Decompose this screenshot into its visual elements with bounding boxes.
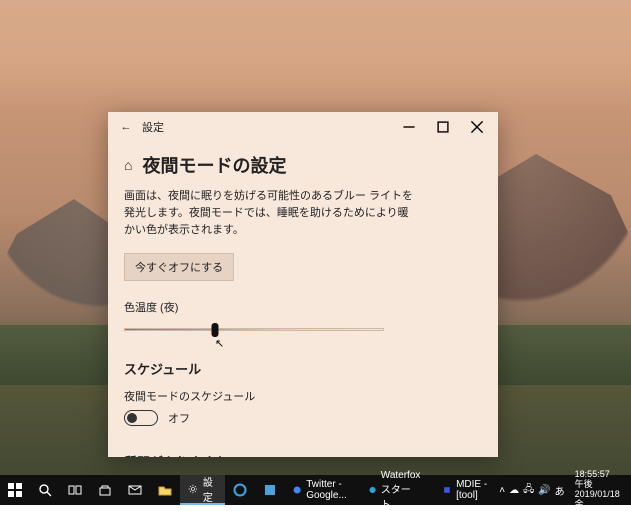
taskbar-pinned-explorer[interactable]: [150, 475, 180, 505]
toggle-knob: [127, 413, 137, 423]
color-temperature-slider[interactable]: ↖: [124, 323, 384, 337]
task-label: Waterfox スタート...: [381, 470, 427, 511]
window-title: 設定: [142, 119, 164, 135]
schedule-heading: スケジュール: [124, 359, 482, 378]
minimize-button[interactable]: [392, 112, 426, 142]
cursor-icon: ↖: [215, 337, 224, 350]
taskbar-pinned-mail[interactable]: [120, 475, 150, 505]
tray-network-icon[interactable]: 🖧: [523, 482, 534, 499]
back-button[interactable]: ←: [112, 121, 140, 133]
taskbar-task-waterfox[interactable]: Waterfox スタート...: [361, 475, 436, 505]
tray-volume-icon[interactable]: 🔊: [538, 485, 550, 496]
task-label: MDIE - [tool]: [456, 479, 487, 501]
tray-overflow-icon[interactable]: ˄: [499, 485, 505, 496]
page-title: 夜間モードの設定: [142, 152, 286, 178]
color-temperature-label: 色温度 (夜): [124, 299, 482, 315]
taskbar-pinned-app[interactable]: [255, 475, 285, 505]
slider-track: [124, 328, 384, 331]
settings-window: ← 設定 ⌂ 夜間モードの設定 画面は、夜間に眠りを妨げる可能性のあるブルー ラ…: [108, 112, 498, 457]
home-icon[interactable]: ⌂: [124, 157, 132, 173]
window-titlebar: ← 設定: [108, 112, 498, 142]
task-label: Twitter - Google...: [306, 479, 352, 501]
slider-thumb[interactable]: [212, 323, 219, 337]
maximize-button[interactable]: [426, 112, 460, 142]
system-tray[interactable]: ˄ ☁ 🖧 🔊 あ: [495, 482, 568, 499]
schedule-toggle[interactable]: [124, 410, 158, 426]
toggle-state-label: オフ: [168, 410, 190, 426]
task-view-button[interactable]: [60, 475, 90, 505]
clock-date: 2019/01/18 金: [575, 490, 620, 510]
start-button[interactable]: [0, 475, 30, 505]
tray-icon[interactable]: ☁: [509, 485, 519, 496]
window-content: ⌂ 夜間モードの設定 画面は、夜間に眠りを妨げる可能性のあるブルー ライトを発光…: [108, 142, 498, 457]
taskbar-task-mdie[interactable]: MDIE - [tool]: [435, 475, 495, 505]
taskbar-pinned-edge[interactable]: [225, 475, 255, 505]
turn-off-now-button[interactable]: 今すぐオフにする: [124, 253, 234, 281]
taskbar-app-label: 設定: [203, 474, 217, 504]
page-description: 画面は、夜間に眠りを妨げる可能性のあるブルー ライトを発光します。夜間モードでは…: [124, 188, 414, 239]
taskbar-task-twitter[interactable]: Twitter - Google...: [285, 475, 361, 505]
taskbar-clock[interactable]: 18:55:57 午後 2019/01/18 金: [569, 470, 626, 510]
close-button[interactable]: [460, 112, 494, 142]
action-center-button[interactable]: [626, 475, 631, 505]
schedule-sublabel: 夜間モードのスケジュール: [124, 388, 482, 404]
search-button[interactable]: [30, 475, 60, 505]
tray-ime-icon[interactable]: あ: [555, 483, 565, 498]
question-heading: 質問がありますか?: [124, 452, 482, 457]
taskbar-pinned-store[interactable]: [90, 475, 120, 505]
clock-time: 18:55:57 午後: [575, 470, 620, 490]
taskbar: 設定 Twitter - Google... Waterfox スタート... …: [0, 475, 631, 505]
taskbar-app-settings[interactable]: 設定: [180, 475, 225, 505]
